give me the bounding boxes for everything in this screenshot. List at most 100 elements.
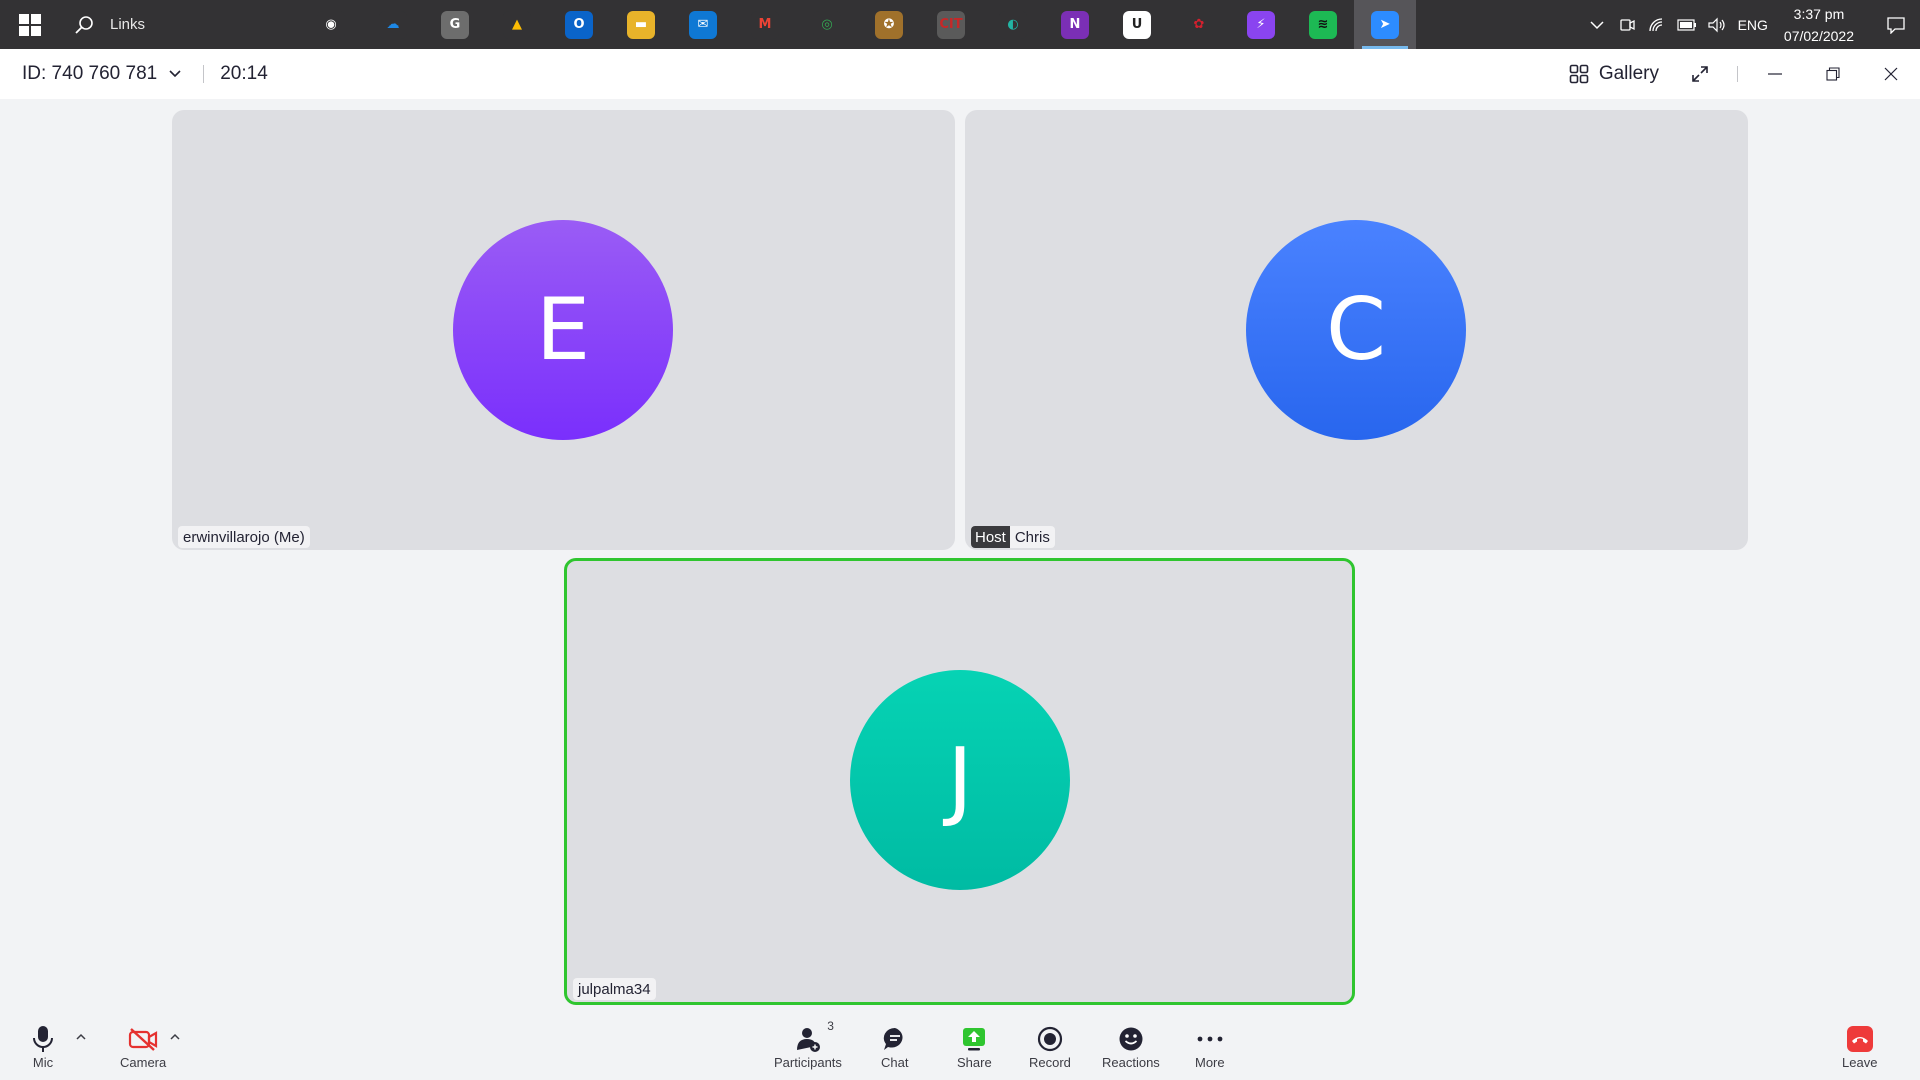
onenote-icon: N [1061,10,1089,39]
meeting-id-text: ID: 740 760 781 [22,63,158,84]
chat-button[interactable]: Chat [881,1023,908,1070]
taskbar-app-edge[interactable]: ◐ [982,0,1044,49]
taskbar-search[interactable]: Links [74,0,145,49]
taskbar-app-onenote[interactable]: N [1044,0,1106,49]
share-label: Share [957,1055,992,1070]
meet-now-icon[interactable] [1612,0,1642,49]
start-button[interactable] [0,0,60,49]
share-screen-icon [963,1028,986,1051]
chevron-down-icon [169,70,181,78]
participant-name-tag: julpalma34 [573,978,656,1000]
taskbar-app-file-explorer[interactable]: ▬ [610,0,672,49]
participant-name-tag: Host Chris [971,526,1055,548]
windows-logo-icon [19,13,41,36]
clock-date: 07/02/2022 [1783,27,1854,44]
huawei-icon: ✿ [1185,10,1213,39]
outlook-icon: O [565,10,593,39]
wifi-icon[interactable] [1642,0,1672,49]
taskbar-app-spotify[interactable]: ≋ [1292,0,1354,49]
leave-button[interactable]: Leave [1842,1023,1877,1070]
participant-name: julpalma34 [578,980,651,998]
more-label: More [1195,1055,1225,1070]
taskbar-app-udemy[interactable]: U [1106,0,1168,49]
gallery-view-button[interactable]: Gallery [1557,49,1671,99]
meeting-id-dropdown[interactable]: ID: 740 760 781 [22,63,181,85]
chrome-icon: ◎ [813,10,841,39]
taskbar-app-mail[interactable]: ✉ [672,0,734,49]
close-icon [1884,67,1898,81]
more-dots-icon [1197,1036,1223,1042]
notification-center-icon[interactable] [1872,0,1920,49]
onedrive-icon: ☁ [379,10,407,39]
input-language[interactable]: ENG [1732,17,1780,33]
taskbar-app-gmail[interactable]: M [734,0,796,49]
tray-chevron-up-icon[interactable] [1582,0,1612,49]
taskbar-app-chrome[interactable]: ◎ [796,0,858,49]
divider [1737,66,1738,82]
clock-time: 3:37 pm [1793,5,1845,22]
video-tile-julpalma34-active-speaker[interactable]: J julpalma34 [564,558,1355,1005]
taskbar-app-huawei[interactable]: ✿ [1168,0,1230,49]
meeting-timer: 20:14 [220,63,268,84]
taskbar-app-zoom-app[interactable]: ➤ [1354,0,1416,49]
taskbar-app-obs[interactable]: ◉ [300,0,362,49]
record-button[interactable]: Record [1029,1023,1071,1070]
reactions-button[interactable]: Reactions [1102,1023,1160,1070]
windows-taskbar: Links ◉ ☁ G ▲ O ▬ ✉ M ◎ ✪ CIT ◐ N U ✿ ⚡ ≋ ➤ ENG 3:37 pm 0… [0,0,1920,49]
search-icon [75,15,93,34]
taskbar-app-messenger[interactable]: ⚡ [1230,0,1292,49]
host-badge: Host [971,526,1010,548]
participant-name: erwinvillarojo (Me) [183,528,305,546]
camera-off-icon [129,1028,158,1051]
taskbar-app-cit[interactable]: CIT [920,0,982,49]
leave-phone-icon [1846,1026,1873,1052]
obs-icon: ◉ [317,10,345,39]
taskbar-app-app-g[interactable]: G [424,0,486,49]
camera-options-caret-icon[interactable] [170,1029,180,1043]
edge-icon: ◐ [999,10,1027,39]
smiley-icon [1119,1027,1143,1051]
video-gallery: E erwinvillarojo (Me) C Host Chris J jul… [0,99,1920,1017]
mic-label: Mic [32,1055,54,1070]
video-tile-chris[interactable]: C Host Chris [965,110,1748,550]
camera-label: Camera [120,1055,167,1070]
minimize-button[interactable] [1746,49,1804,99]
avatar: J [850,670,1070,890]
camera-button[interactable]: Camera [120,1023,166,1070]
participants-count: 3 [827,1019,834,1033]
gallery-label: Gallery [1598,63,1659,84]
taskbar-app-onedrive[interactable]: ☁ [362,0,424,49]
google-drive-icon: ▲ [503,10,531,39]
file-explorer-icon: ▬ [627,10,655,39]
app-g-icon: G [441,10,469,39]
avatar: E [453,220,673,440]
taskbar-clock[interactable]: 3:37 pm 07/02/2022 [1780,3,1872,47]
meeting-title-bar: ID: 740 760 781 20:14 Gallery [0,49,1920,99]
chat-label: Chat [881,1055,909,1070]
restore-button[interactable] [1804,49,1862,99]
badge-app-icon: ✪ [875,10,903,39]
participants-icon [796,1028,820,1052]
more-button[interactable]: More [1195,1023,1225,1070]
meeting-controls: Mic Camera 3 Participants Chat Share Rec… [0,1017,1920,1080]
gmail-icon: M [751,10,779,39]
video-tile-erwinvillarojo[interactable]: E erwinvillarojo (Me) [172,110,955,550]
mic-button[interactable]: Mic [32,1023,54,1070]
volume-icon[interactable] [1702,0,1732,49]
microphone-icon [33,1026,53,1052]
share-screen-button[interactable]: Share [957,1023,992,1070]
gallery-grid-icon [1569,64,1589,84]
zoom-app-icon: ➤ [1371,10,1399,39]
fullscreen-button[interactable] [1671,49,1729,99]
mic-options-caret-icon[interactable] [76,1029,86,1043]
spotify-icon: ≋ [1309,10,1337,39]
taskbar-app-badge-app[interactable]: ✪ [858,0,920,49]
record-icon [1037,1026,1063,1052]
battery-icon[interactable] [1672,0,1702,49]
taskbar-app-outlook[interactable]: O [548,0,610,49]
udemy-icon: U [1123,10,1151,39]
taskbar-app-google-drive[interactable]: ▲ [486,0,548,49]
close-button[interactable] [1862,49,1920,99]
participants-button[interactable]: 3 Participants [774,1019,842,1070]
restore-icon [1826,67,1840,81]
